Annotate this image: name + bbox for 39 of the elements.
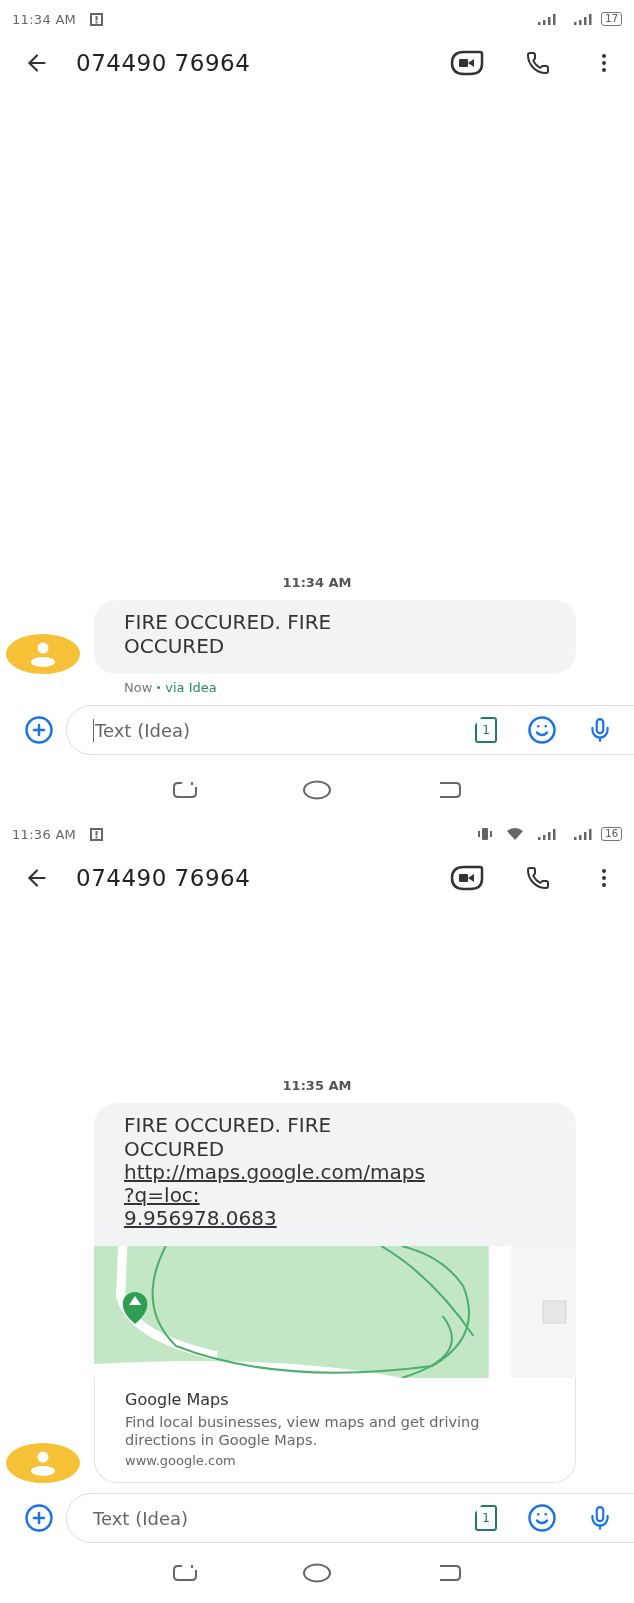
alert-icon xyxy=(90,12,104,26)
preview-description: Find local businesses, view maps and get driving directions in Google Maps. xyxy=(125,1413,481,1449)
message-timestamp: 11:34 AM xyxy=(281,575,353,590)
message-text: FIRE OCCURED. FIRE OCCURED xyxy=(124,610,333,658)
home-icon[interactable] xyxy=(302,780,332,800)
status-time: 11:34 AM xyxy=(12,11,77,27)
carrier-label: via Idea xyxy=(165,680,217,695)
status-time: 11:36 AM xyxy=(12,826,77,842)
message-input[interactable]: Text (Idea) xyxy=(93,1506,445,1530)
compose-bar[interactable]: Text (Idea) 1 xyxy=(66,1493,634,1543)
compose-bar[interactable]: Text (Idea) 1 xyxy=(66,705,634,755)
preview-title: Google Maps xyxy=(125,1390,230,1409)
avatar-icon xyxy=(6,1443,80,1483)
emoji-button[interactable] xyxy=(527,715,557,745)
recents-icon[interactable] xyxy=(172,1564,198,1582)
map-link[interactable]: http://maps.google.com/maps xyxy=(124,1161,425,1184)
map-link[interactable]: ?q=loc: xyxy=(124,1184,200,1207)
phone-button[interactable] xyxy=(526,51,550,75)
battery-level: 17 xyxy=(601,12,622,26)
add-button[interactable] xyxy=(24,715,54,745)
avatar-icon xyxy=(6,634,80,674)
home-icon[interactable] xyxy=(302,1563,332,1583)
message-input[interactable]: Text (Idea) xyxy=(93,718,445,742)
message-time: Now xyxy=(124,680,153,695)
map-link[interactable]: 9.956978.0683 xyxy=(124,1207,277,1230)
battery-level: 16 xyxy=(601,827,622,841)
emoji-button[interactable] xyxy=(527,1503,557,1533)
add-button[interactable] xyxy=(24,1503,54,1533)
sim-selector-button[interactable]: 1 xyxy=(475,1505,497,1531)
recents-icon[interactable] xyxy=(172,781,198,799)
video-call-button[interactable] xyxy=(450,50,484,76)
contact-number: 074490 76964 xyxy=(76,865,252,891)
video-call-button[interactable] xyxy=(450,865,484,891)
contact-number: 074490 76964 xyxy=(76,50,252,76)
phone-button[interactable] xyxy=(526,866,550,890)
alert-icon xyxy=(90,827,104,841)
message-timestamp: 11:35 AM xyxy=(281,1078,353,1093)
preview-domain: www.google.com xyxy=(125,1453,237,1468)
sim-selector-button[interactable]: 1 xyxy=(475,717,497,743)
